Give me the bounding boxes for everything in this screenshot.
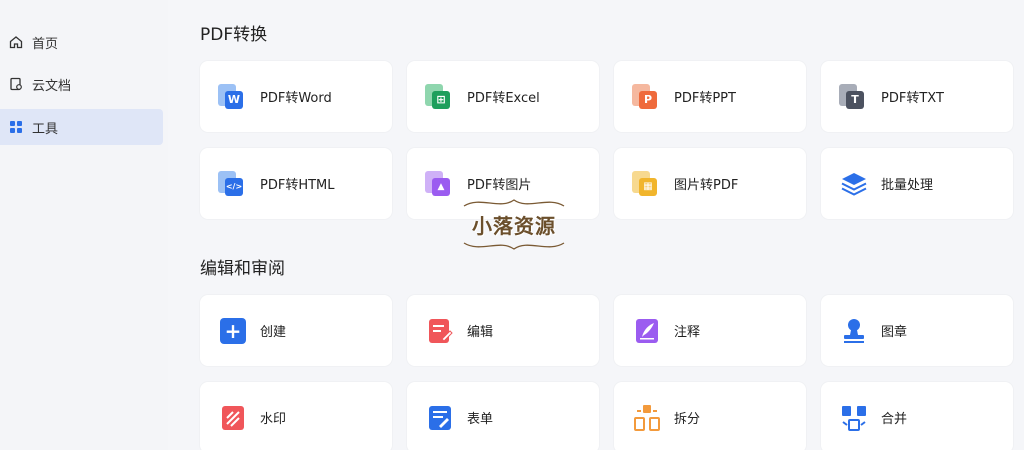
txt-icon: T xyxy=(839,82,869,112)
sidebar-item-tools[interactable]: 工具 xyxy=(0,109,163,145)
grid-icon xyxy=(8,119,24,135)
card-label: PDF转Excel xyxy=(467,91,540,106)
card-image-to-pdf[interactable]: ▦ 图片转PDF xyxy=(614,148,806,219)
card-label: 注释 xyxy=(674,325,701,340)
card-annotate[interactable]: 注释 xyxy=(614,295,806,366)
card-label: PDF转HTML xyxy=(260,178,335,193)
watermark-text: 小落资源 xyxy=(472,213,556,238)
home-icon xyxy=(8,34,24,50)
edit-icon xyxy=(425,316,455,346)
card-label: 创建 xyxy=(260,325,287,340)
card-pdf-to-ppt[interactable]: P PDF转PPT xyxy=(614,61,806,132)
card-label: 批量处理 xyxy=(881,178,934,193)
card-batch-process[interactable]: 批量处理 xyxy=(821,148,1013,219)
html-icon: </> xyxy=(218,169,248,199)
word-icon: W xyxy=(218,82,248,112)
annotate-icon xyxy=(632,316,662,346)
card-form[interactable]: 表单 xyxy=(407,382,599,450)
card-label: 图章 xyxy=(881,325,908,340)
watermark-logo: 小落资源 xyxy=(460,190,568,258)
card-label: 图片转PDF xyxy=(674,178,739,193)
card-stamp[interactable]: 图章 xyxy=(821,295,1013,366)
image-to-pdf-icon: ▦ xyxy=(632,169,662,199)
section-title-convert: PDF转换 xyxy=(200,25,268,45)
watermark-icon xyxy=(218,403,248,433)
merge-icon xyxy=(839,403,869,433)
card-create[interactable]: + 创建 xyxy=(200,295,392,366)
layers-icon xyxy=(839,169,869,199)
sidebar-item-label: 首页 xyxy=(32,36,59,52)
card-pdf-to-excel[interactable]: ⊞ PDF转Excel xyxy=(407,61,599,132)
cloud-doc-icon xyxy=(8,76,24,92)
form-icon xyxy=(425,403,455,433)
card-split[interactable]: 拆分 xyxy=(614,382,806,450)
sidebar-item-cloud-docs[interactable]: 云文档 xyxy=(0,66,163,102)
sidebar-item-label: 云文档 xyxy=(32,78,72,94)
stamp-icon xyxy=(839,316,869,346)
card-label: 水印 xyxy=(260,412,287,427)
ornament-bottom-icon xyxy=(463,241,565,250)
sidebar-item-label: 工具 xyxy=(32,121,59,137)
card-label: PDF转PPT xyxy=(674,91,736,106)
tools-main: PDF转换 W PDF转Word ⊞ PDF转Excel P PDF转PPT T… xyxy=(168,0,1024,450)
sidebar: 首页 云文档 工具 xyxy=(0,0,168,450)
ppt-icon: P xyxy=(632,82,662,112)
card-label: 表单 xyxy=(467,412,494,427)
excel-icon: ⊞ xyxy=(425,82,455,112)
section-title-edit: 编辑和审阅 xyxy=(200,259,285,279)
card-merge[interactable]: 合并 xyxy=(821,382,1013,450)
card-label: 合并 xyxy=(881,412,908,427)
card-label: PDF转Word xyxy=(260,91,332,106)
card-label: PDF转TXT xyxy=(881,91,944,106)
sidebar-item-home[interactable]: 首页 xyxy=(0,24,163,60)
card-label: 编辑 xyxy=(467,325,494,340)
ornament-top-icon xyxy=(463,198,565,207)
card-edit[interactable]: 编辑 xyxy=(407,295,599,366)
card-label: 拆分 xyxy=(674,412,701,427)
card-pdf-to-html[interactable]: </> PDF转HTML xyxy=(200,148,392,219)
split-icon xyxy=(632,403,662,433)
card-watermark[interactable]: 水印 xyxy=(200,382,392,450)
card-pdf-to-word[interactable]: W PDF转Word xyxy=(200,61,392,132)
plus-icon: + xyxy=(218,316,248,346)
image-icon: ▲ xyxy=(425,169,455,199)
card-pdf-to-txt[interactable]: T PDF转TXT xyxy=(821,61,1013,132)
